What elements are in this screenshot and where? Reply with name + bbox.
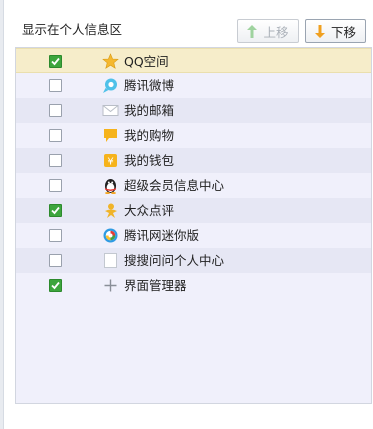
item-label: 搜搜问问个人中心: [124, 253, 225, 268]
item-checkbox[interactable]: [49, 204, 62, 217]
tencent-mini-icon: [103, 228, 118, 243]
item-checkbox[interactable]: [49, 104, 62, 117]
list-item[interactable]: 界面管理器: [16, 273, 371, 298]
item-label: 超级会员信息中心: [124, 178, 225, 193]
item-checkbox[interactable]: [49, 154, 62, 167]
item-label: 腾讯微博: [124, 78, 175, 93]
item-label: 大众点评: [124, 203, 175, 218]
list-item[interactable]: 大众点评: [16, 198, 371, 223]
item-label: 界面管理器: [124, 278, 187, 293]
panel-title: 显示在个人信息区: [22, 22, 123, 37]
item-label: QQ空间: [124, 54, 169, 69]
item-label: 我的购物: [124, 128, 175, 143]
soso-wenwen-icon: [104, 253, 117, 268]
list-item[interactable]: 腾讯微博: [16, 73, 371, 98]
list-item[interactable]: QQ空间: [16, 48, 371, 73]
item-label: 我的钱包: [124, 153, 175, 168]
list-item[interactable]: 腾讯网迷你版: [16, 223, 371, 248]
wallet-icon: ¥: [104, 154, 117, 168]
list-item[interactable]: 我的邮箱: [16, 98, 371, 123]
weibo-icon: [103, 78, 117, 93]
mail-icon: [102, 105, 119, 116]
list-item[interactable]: 搜搜问问个人中心: [16, 248, 371, 273]
move-down-button[interactable]: 下移: [305, 19, 366, 43]
move-up-label: 上移: [263, 24, 289, 40]
item-label: 我的邮箱: [124, 103, 175, 118]
item-list: QQ空间 腾讯微博 我的邮箱 我的购物 ¥ 我的钱包 超级会员信息中心 大众点评…: [15, 47, 372, 404]
item-checkbox[interactable]: [49, 179, 62, 192]
dianping-icon: [105, 203, 117, 218]
plus-icon: [104, 279, 117, 292]
item-checkbox[interactable]: [49, 55, 62, 68]
star-icon: [102, 53, 119, 69]
move-down-label: 下移: [330, 24, 356, 40]
list-item[interactable]: 我的购物: [16, 123, 371, 148]
list-item[interactable]: 超级会员信息中心: [16, 173, 371, 198]
item-checkbox[interactable]: [49, 279, 62, 292]
list-item[interactable]: ¥ 我的钱包: [16, 148, 371, 173]
item-checkbox[interactable]: [49, 229, 62, 242]
item-checkbox[interactable]: [49, 129, 62, 142]
item-checkbox[interactable]: [49, 254, 62, 267]
move-up-button[interactable]: 上移: [237, 19, 299, 43]
left-window-edge: [0, 0, 4, 429]
shopping-flag-icon: [104, 129, 117, 142]
item-checkbox[interactable]: [49, 79, 62, 92]
qq-penguin-icon: [105, 179, 116, 194]
item-label: 腾讯网迷你版: [124, 228, 200, 243]
svg-text:¥: ¥: [107, 157, 113, 168]
down-arrow-icon: [314, 24, 325, 38]
up-arrow-icon: [247, 24, 258, 38]
